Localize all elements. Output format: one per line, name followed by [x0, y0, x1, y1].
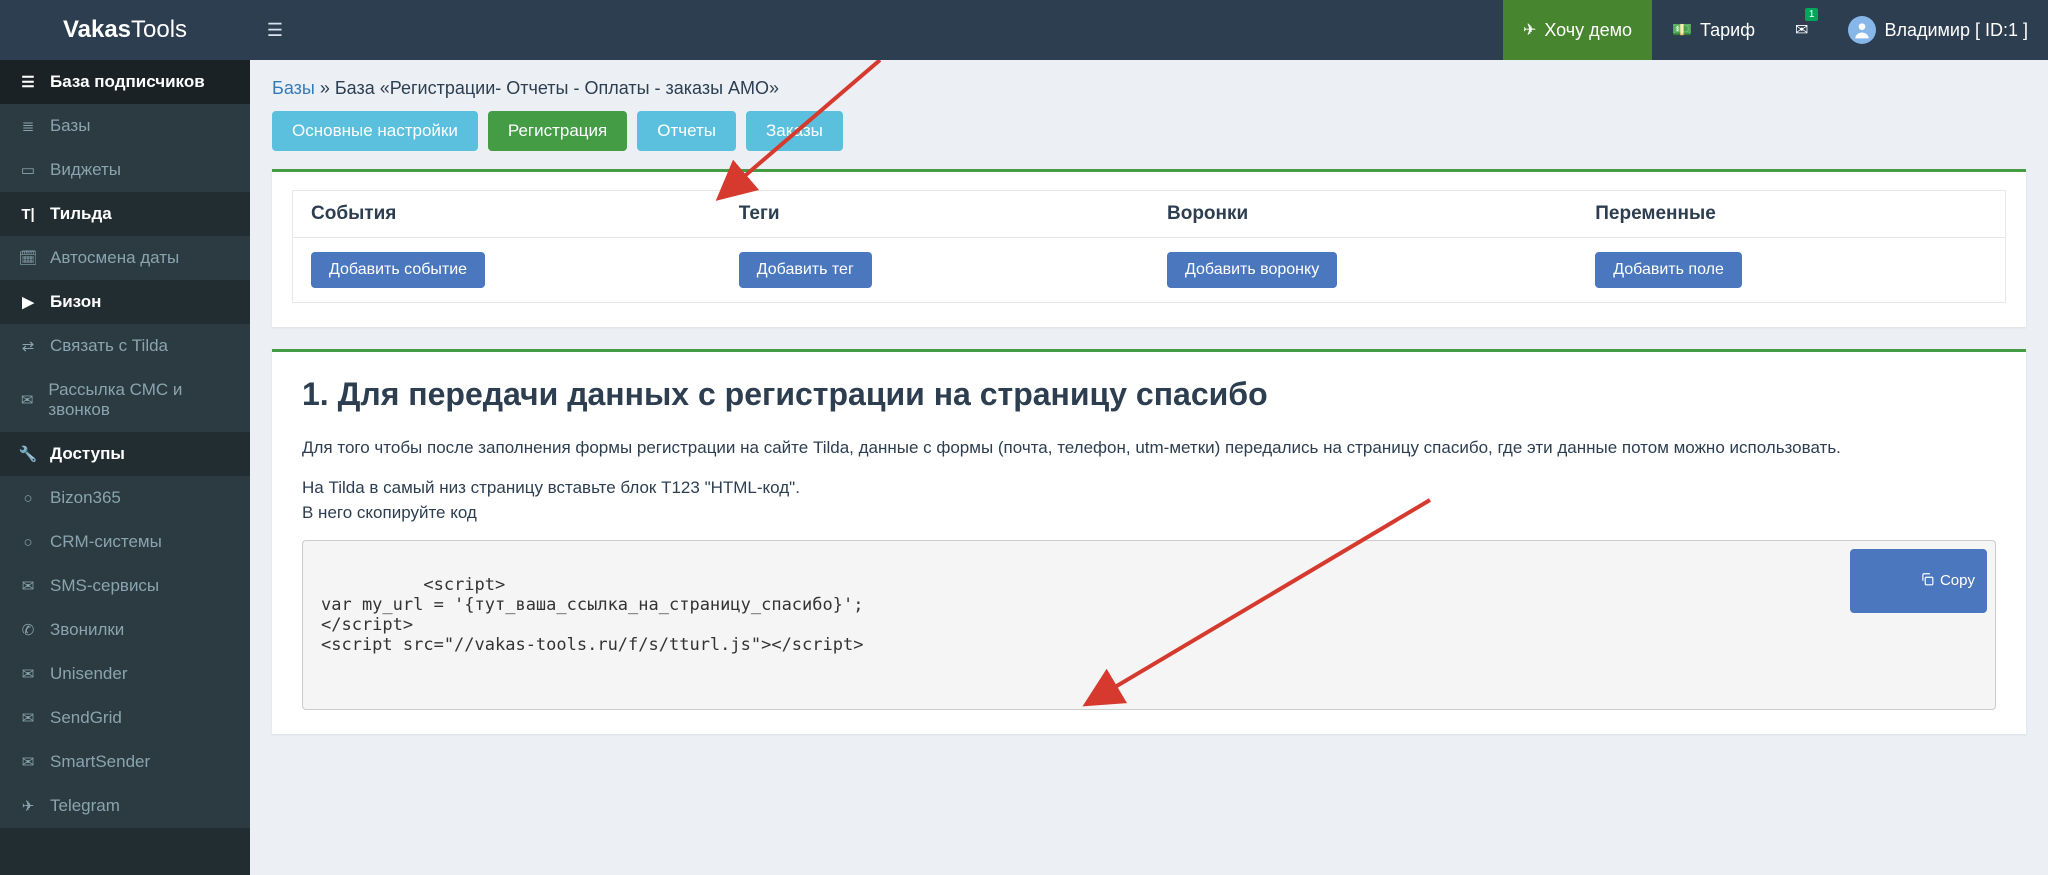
sidebar-item-2-1[interactable]: ✉Рассылка СМС и звонков: [0, 368, 250, 432]
sidebar-group-icon: T|: [18, 206, 38, 223]
sidebar-item-icon: 🗓: [18, 249, 38, 267]
sidebar-item-icon: ✈: [18, 797, 38, 815]
section-paragraph-2: На Tilda в самый низ страницу вставьте б…: [302, 475, 1996, 526]
sidebar-item-icon: ✉: [18, 391, 36, 409]
registration-config-card: СобытияТегиВоронкиПеременные Добавить со…: [272, 169, 2026, 327]
sidebar-item-icon: ✉: [18, 665, 38, 683]
tab-2[interactable]: Отчеты: [637, 111, 736, 151]
tab-1[interactable]: Регистрация: [488, 111, 627, 151]
col-header-1: Теги: [721, 191, 1149, 238]
sidebar-item-3-4[interactable]: ✉Unisender: [0, 652, 250, 696]
envelope-icon: ✉: [1795, 20, 1808, 40]
sidebar-item-1-0[interactable]: 🗓Автосмена даты: [0, 236, 250, 280]
sidebar-group-2[interactable]: ▶Бизон: [0, 280, 250, 324]
sidebar-item-3-6[interactable]: ✉SmartSender: [0, 740, 250, 784]
sidebar-item-icon: ✆: [18, 621, 38, 639]
sidebar-group-icon: ▶: [18, 293, 38, 311]
sidebar-toggle[interactable]: ☰: [250, 0, 300, 60]
config-table: СобытияТегиВоронкиПеременные Добавить со…: [292, 190, 2006, 303]
paper-plane-icon: ✈: [1523, 20, 1536, 40]
sidebar-group-icon: ☰: [18, 73, 38, 91]
tab-3[interactable]: Заказы: [746, 111, 843, 151]
sidebar-group-icon: 🔧: [18, 445, 38, 463]
col-header-0: События: [293, 191, 721, 238]
sidebar-item-icon: ⇄: [18, 337, 38, 355]
mail-button[interactable]: ✉ 1: [1775, 0, 1828, 60]
add-button-0[interactable]: Добавить событие: [311, 252, 485, 288]
sidebar-group-0[interactable]: ☰База подписчиков: [0, 60, 250, 104]
sidebar-item-icon: ○: [18, 490, 38, 507]
breadcrumb-link[interactable]: Базы: [272, 78, 315, 98]
add-button-2[interactable]: Добавить воронку: [1167, 252, 1337, 288]
demo-button[interactable]: ✈ Хочу демо: [1503, 0, 1652, 60]
sidebar-item-icon: ✉: [18, 577, 38, 595]
col-header-3: Переменные: [1577, 191, 2005, 238]
money-icon: 💵: [1672, 20, 1692, 40]
sidebar-item-0-0[interactable]: ≣Базы: [0, 104, 250, 148]
sidebar-item-2-0[interactable]: ⇄Связать с Tilda: [0, 324, 250, 368]
breadcrumb: Базы » База «Регистрации- Отчеты - Оплат…: [272, 78, 2026, 99]
code-block: <script> var my_url = '{тут_ваша_ссылка_…: [302, 540, 1996, 710]
sidebar-item-3-0[interactable]: ○Bizon365: [0, 476, 250, 520]
sidebar-item-3-1[interactable]: ○CRM-системы: [0, 520, 250, 564]
sidebar-item-3-7[interactable]: ✈Telegram: [0, 784, 250, 828]
brand-logo[interactable]: VakasTools: [0, 0, 250, 60]
sidebar-item-icon: ✉: [18, 709, 38, 727]
avatar: [1848, 16, 1876, 44]
sidebar-item-icon: ○: [18, 534, 38, 551]
sidebar-item-3-5[interactable]: ✉SendGrid: [0, 696, 250, 740]
code-text: <script> var my_url = '{тут_ваша_ссылка_…: [321, 575, 863, 655]
add-button-1[interactable]: Добавить тег: [739, 252, 872, 288]
section-title: 1. Для передачи данных с регистрации на …: [302, 376, 1996, 413]
section-paragraph-1: Для того чтобы после заполнения формы ре…: [302, 435, 1996, 461]
sidebar-item-3-2[interactable]: ✉SMS-сервисы: [0, 564, 250, 608]
sidebar-item-icon: ≣: [18, 117, 38, 135]
sidebar-group-1[interactable]: T|Тильда: [0, 192, 250, 236]
user-menu[interactable]: Владимир [ ID:1 ]: [1828, 0, 2048, 60]
sidebar-item-0-1[interactable]: ▭Виджеты: [0, 148, 250, 192]
main-content: Базы » База «Регистрации- Отчеты - Оплат…: [250, 60, 2048, 875]
sidebar-group-3[interactable]: 🔧Доступы: [0, 432, 250, 476]
tab-0[interactable]: Основные настройки: [272, 111, 478, 151]
tabs: Основные настройкиРегистрацияОтчетыЗаказ…: [272, 111, 2026, 151]
copy-icon: [1862, 555, 1934, 607]
sidebar-item-icon: ▭: [18, 161, 38, 179]
topbar: VakasTools ☰ ✈ Хочу демо 💵 Тариф ✉ 1 Вла…: [0, 0, 2048, 60]
sidebar-item-3-3[interactable]: ✆Звонилки: [0, 608, 250, 652]
instructions-card: 1. Для передачи данных с регистрации на …: [272, 349, 2026, 734]
sidebar-item-icon: ✉: [18, 753, 38, 771]
sidebar: ☰База подписчиков≣Базы▭ВиджетыT|Тильда🗓А…: [0, 60, 250, 875]
tariff-link[interactable]: 💵 Тариф: [1652, 0, 1775, 60]
copy-button[interactable]: Copy: [1850, 549, 1987, 613]
mail-badge: 1: [1805, 8, 1819, 21]
col-header-2: Воронки: [1149, 191, 1577, 238]
add-button-3[interactable]: Добавить поле: [1595, 252, 1742, 288]
